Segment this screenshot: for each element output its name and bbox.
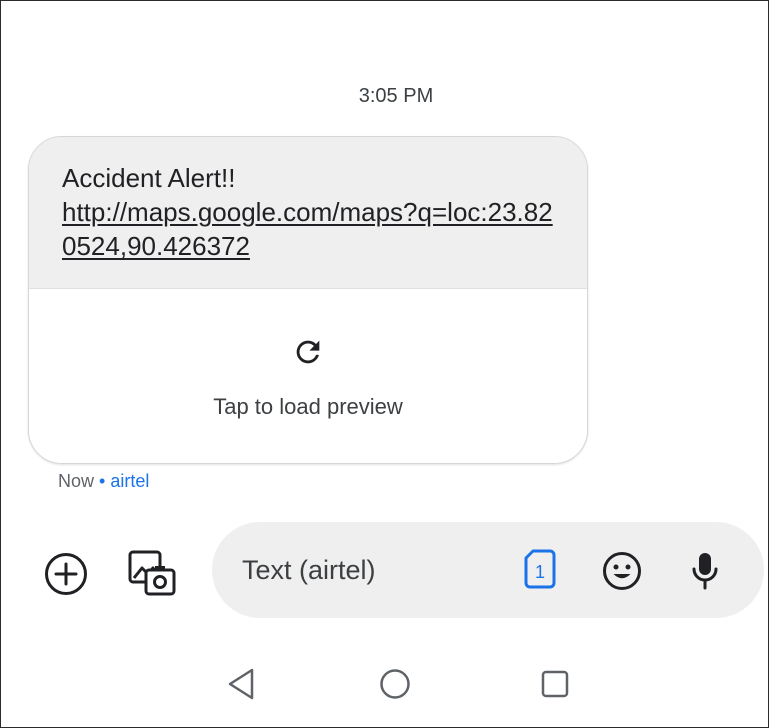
messages-screen: 3:05 PM Accident Alert!! http://maps.goo…: [0, 0, 769, 728]
meta-time: Now: [58, 471, 95, 491]
meta-separator: •: [99, 471, 106, 491]
tap-to-load-preview[interactable]: Tap to load preview: [29, 394, 587, 420]
back-triangle-icon[interactable]: [226, 667, 256, 701]
refresh-icon[interactable]: [291, 335, 325, 369]
home-circle-icon[interactable]: [379, 668, 411, 700]
gallery-camera-icon[interactable]: [126, 548, 178, 600]
emoji-icon[interactable]: [602, 551, 642, 591]
message-input-container[interactable]: 1: [212, 522, 764, 618]
compose-bar: 1: [1, 520, 768, 620]
sim-slot-number: 1: [535, 562, 545, 582]
message-meta: Now • airtel: [58, 471, 149, 492]
message-bubble[interactable]: Accident Alert!! http://maps.google.com/…: [28, 136, 588, 464]
system-navigation-bar: [1, 631, 768, 721]
message-input[interactable]: [242, 522, 492, 618]
message-timestamp: 3:05 PM: [358, 85, 434, 107]
maps-link[interactable]: http://maps.google.com/maps?q=loc:23.820…: [62, 195, 557, 263]
add-circle-icon[interactable]: [44, 552, 88, 596]
message-text-area: Accident Alert!! http://maps.google.com/…: [29, 137, 587, 288]
alert-text: Accident Alert!!: [62, 163, 236, 193]
recents-square-icon[interactable]: [540, 669, 570, 699]
microphone-icon[interactable]: [690, 550, 720, 592]
meta-carrier: airtel: [110, 471, 150, 491]
link-preview[interactable]: Tap to load preview: [29, 288, 587, 463]
sim-card-icon[interactable]: 1: [524, 549, 556, 589]
